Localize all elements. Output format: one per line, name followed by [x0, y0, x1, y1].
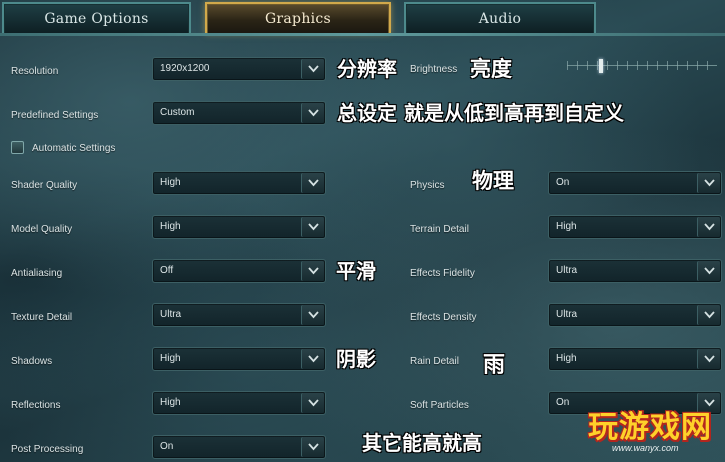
annotation-others: 其它能高就高 [362, 431, 482, 455]
chevron-down-icon[interactable] [301, 217, 324, 237]
shader-quality-value: High [160, 177, 181, 188]
chevron-down-icon[interactable] [697, 173, 720, 193]
predefined-settings-label: Predefined Settings [11, 110, 99, 121]
resolution-value: 1920x1200 [160, 63, 210, 74]
predefined-settings-value: Custom [160, 107, 195, 118]
watermark-url: www.wanyx.com [612, 443, 679, 453]
automatic-settings-checkbox[interactable] [11, 141, 24, 154]
soft-particles-value: On [556, 397, 570, 408]
physics-dropdown[interactable]: On [548, 171, 722, 195]
physics-label: Physics [410, 180, 445, 191]
predefined-settings-dropdown[interactable]: Custom [152, 101, 326, 125]
chevron-down-icon[interactable] [301, 59, 324, 79]
annotation-physics: 物理 [472, 169, 514, 193]
terrain-detail-label: Terrain Detail [410, 224, 469, 235]
automatic-settings-label: Automatic Settings [32, 143, 116, 154]
chevron-down-icon[interactable] [697, 349, 720, 369]
brightness-label: Brightness [410, 64, 458, 75]
terrain-detail-dropdown[interactable]: High [548, 215, 722, 239]
model-quality-label: Model Quality [11, 224, 73, 235]
chevron-down-icon[interactable] [301, 437, 324, 457]
shadows-value: High [160, 353, 181, 364]
annotation-brightness: 亮度 [470, 57, 512, 81]
effects-fidelity-dropdown[interactable]: Ultra [548, 259, 722, 283]
terrain-detail-value: High [556, 221, 577, 232]
chevron-down-icon[interactable] [697, 261, 720, 281]
chevron-down-icon[interactable] [697, 217, 720, 237]
shader-quality-dropdown[interactable]: High [152, 171, 326, 195]
tab-game-options[interactable]: Game Options [2, 2, 191, 34]
annotation-shadows: 阴影 [336, 347, 376, 371]
shadows-label: Shadows [11, 356, 53, 367]
slider-ticks [567, 61, 717, 70]
antialiasing-value: Off [160, 265, 174, 276]
post-processing-dropdown[interactable]: On [152, 435, 326, 459]
chevron-down-icon[interactable] [301, 261, 324, 281]
brightness-slider[interactable] [567, 58, 717, 74]
post-processing-label: Post Processing [11, 444, 84, 455]
chevron-down-icon[interactable] [301, 393, 324, 413]
slider-thumb[interactable] [599, 59, 603, 73]
effects-fidelity-value: Ultra [556, 265, 578, 276]
post-processing-value: On [160, 441, 174, 452]
rain-detail-dropdown[interactable]: High [548, 347, 722, 371]
tab-graphics[interactable]: Graphics [205, 2, 391, 34]
effects-fidelity-label: Effects Fidelity [410, 268, 475, 279]
annotation-resolution: 分辨率 [337, 57, 397, 81]
resolution-label: Resolution [11, 66, 59, 77]
effects-density-value: Ultra [556, 309, 578, 320]
resolution-dropdown[interactable]: 1920x1200 [152, 57, 326, 81]
soft-particles-label: Soft Particles [410, 400, 469, 411]
texture-detail-value: Ultra [160, 309, 182, 320]
antialiasing-dropdown[interactable]: Off [152, 259, 326, 283]
annotation-rain: 雨 [483, 353, 506, 378]
model-quality-value: High [160, 221, 181, 232]
effects-density-dropdown[interactable]: Ultra [548, 303, 722, 327]
chevron-down-icon[interactable] [301, 349, 324, 369]
model-quality-dropdown[interactable]: High [152, 215, 326, 239]
chevron-down-icon[interactable] [301, 173, 324, 193]
texture-detail-label: Texture Detail [11, 312, 73, 323]
rain-detail-value: High [556, 353, 577, 364]
antialiasing-label: Antialiasing [11, 268, 63, 279]
annotation-predefined: 总设定 就是从低到高再到自定义 [337, 101, 624, 125]
reflections-value: High [160, 397, 181, 408]
reflections-dropdown[interactable]: High [152, 391, 326, 415]
reflections-label: Reflections [11, 400, 61, 411]
rain-detail-label: Rain Detail [410, 356, 459, 367]
texture-detail-dropdown[interactable]: Ultra [152, 303, 326, 327]
effects-density-label: Effects Density [410, 312, 477, 323]
shadows-dropdown[interactable]: High [152, 347, 326, 371]
watermark-logo: 玩游戏网 [588, 410, 712, 445]
tab-audio[interactable]: Audio [404, 2, 596, 34]
tab-bar: Game Options Graphics Audio [0, 0, 725, 40]
chevron-down-icon[interactable] [301, 305, 324, 325]
chevron-down-icon[interactable] [301, 103, 324, 123]
shader-quality-label: Shader Quality [11, 180, 78, 191]
tab-divider [0, 33, 725, 36]
physics-value: On [556, 177, 570, 188]
chevron-down-icon[interactable] [697, 305, 720, 325]
annotation-antialiasing: 平滑 [336, 259, 376, 283]
